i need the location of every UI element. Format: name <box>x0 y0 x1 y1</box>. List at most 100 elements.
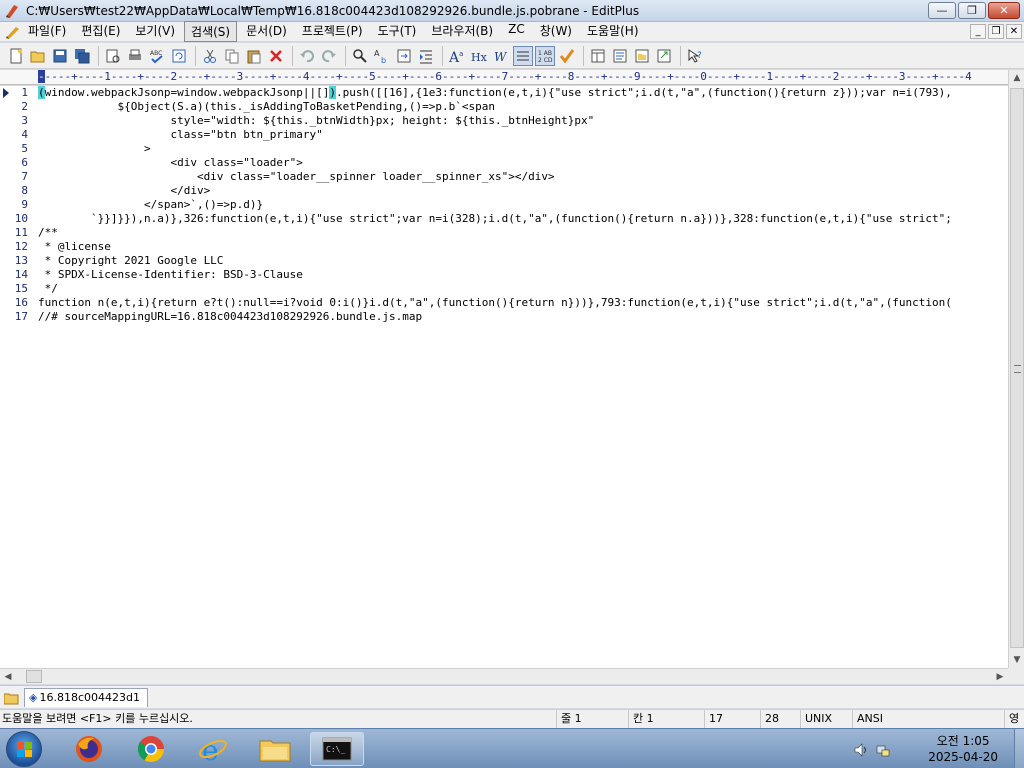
menu-item-7[interactable]: 브라우저(B) <box>425 21 499 42</box>
mdi-restore-button[interactable]: ❐ <box>988 24 1004 39</box>
code-line[interactable]: 5 > <box>0 142 1008 156</box>
cliptext-icon[interactable] <box>610 46 630 66</box>
svg-text:?: ? <box>697 51 702 61</box>
code-line[interactable]: 8 </div> <box>0 184 1008 198</box>
code-line[interactable]: 16 function n(e,t,i){return e?t():null==i… <box>0 296 1008 310</box>
code-line[interactable]: 4 class="btn btn_primary" <box>0 128 1008 142</box>
document-tab-bar: ◈ 16.818c004423d1 <box>0 685 1024 708</box>
code-line[interactable]: 1 (window.webpackJsonp=window.webpackJson… <box>0 86 1008 100</box>
scroll-up-arrow-icon[interactable]: ▲ <box>1009 70 1024 86</box>
hex-icon[interactable]: Hx <box>469 46 489 66</box>
status-eol[interactable]: UNIX <box>800 710 852 728</box>
horizontal-scroll-thumb[interactable] <box>26 670 42 683</box>
menu-item-1[interactable]: 편집(E) <box>75 21 126 42</box>
delete-icon[interactable] <box>266 46 286 66</box>
code-line[interactable]: 11 /** <box>0 226 1008 240</box>
menu-item-0[interactable]: 파일(F) <box>22 21 72 42</box>
code-line[interactable]: 14 * SPDX-License-Identifier: BSD-3-Clau… <box>0 268 1008 282</box>
copy-icon[interactable] <box>222 46 242 66</box>
line-number: 7 <box>21 170 28 183</box>
undo-icon[interactable] <box>297 46 317 66</box>
show-desktop-button[interactable] <box>1014 729 1024 768</box>
browser-icon[interactable] <box>588 46 608 66</box>
start-button[interactable] <box>6 731 42 767</box>
scroll-down-arrow-icon[interactable]: ▼ <box>1009 652 1024 668</box>
find-icon[interactable] <box>350 46 370 66</box>
code-text: * SPDX-License-Identifier: BSD-3-Clause <box>38 268 303 281</box>
code-line[interactable]: 12 * @license <box>0 240 1008 254</box>
ruler-icon[interactable]: 1 AB 2 CD <box>535 45 555 66</box>
folder-icon[interactable] <box>3 690 19 705</box>
network-icon[interactable] <box>876 742 890 757</box>
spell-check-icon[interactable]: ABC <box>147 46 167 66</box>
code-line[interactable]: 2 ${Object(S.a)(this._isAddingToBasketPe… <box>0 100 1008 114</box>
menu-item-8[interactable]: ZC <box>502 21 531 42</box>
vertical-scrollbar[interactable]: ▲ ▼ <box>1008 70 1024 668</box>
open-folder-icon[interactable] <box>28 46 48 66</box>
file-explorer-icon[interactable] <box>248 732 302 766</box>
chrome-icon[interactable] <box>124 732 178 766</box>
horizontal-scrollbar[interactable]: ◀ ▶ <box>0 668 1008 684</box>
maximize-button[interactable]: ❐ <box>958 2 986 19</box>
print-preview-icon[interactable] <box>103 46 123 66</box>
menu-item-3[interactable]: 검색(S) <box>184 21 238 42</box>
mdi-close-button[interactable]: ✕ <box>1006 24 1022 39</box>
code-line[interactable]: 7 <div class="loader__spinner loader__sp… <box>0 170 1008 184</box>
code-text: > <box>38 142 151 155</box>
clock[interactable]: 오전 1:05 2025-04-20 <box>928 733 998 765</box>
close-button[interactable]: ✕ <box>988 2 1020 19</box>
save-icon[interactable] <box>50 46 70 66</box>
new-file-icon[interactable] <box>6 46 26 66</box>
redo-icon[interactable] <box>319 46 339 66</box>
font-icon[interactable]: Aa <box>447 46 467 66</box>
scroll-left-arrow-icon[interactable]: ◀ <box>0 669 16 685</box>
internet-explorer-icon[interactable]: e <box>186 732 240 766</box>
code-line[interactable]: 17 //# sourceMappingURL=16.818c004423d108… <box>0 310 1008 324</box>
speaker-icon[interactable] <box>854 742 868 757</box>
menu-item-2[interactable]: 보기(V) <box>129 21 181 42</box>
indent-icon[interactable] <box>416 46 436 66</box>
output-icon[interactable] <box>654 46 674 66</box>
save-all-icon[interactable] <box>72 46 92 66</box>
code-text: * @license <box>38 240 111 253</box>
toolbar-separator <box>345 45 346 66</box>
sync-icon[interactable] <box>169 46 189 66</box>
editplus-app-icon[interactable] <box>4 3 20 19</box>
status-encoding[interactable]: ANSI <box>852 710 912 728</box>
directory-icon[interactable] <box>632 46 652 66</box>
status-line: 줄 1 <box>556 710 628 728</box>
print-icon[interactable] <box>125 46 145 66</box>
line-number: 12 <box>14 240 28 253</box>
menu-item-4[interactable]: 문서(D) <box>240 21 293 42</box>
help-icon[interactable]: ? <box>685 46 705 66</box>
menu-item-6[interactable]: 도구(T) <box>372 21 423 42</box>
code-line[interactable]: 6 <div class="loader"> <box>0 156 1008 170</box>
code-line[interactable]: 15 */ <box>0 282 1008 296</box>
cut-icon[interactable] <box>200 46 220 66</box>
firefox-icon[interactable] <box>62 732 116 766</box>
command-prompt-icon[interactable]: C:\_ <box>310 732 364 766</box>
paste-icon[interactable] <box>244 46 264 66</box>
check-icon[interactable] <box>557 46 577 66</box>
replace-icon[interactable]: Ab <box>372 46 392 66</box>
line-number: 6 <box>21 156 28 169</box>
editor-area[interactable]: 1 (window.webpackJsonp=window.webpackJson… <box>0 86 1008 668</box>
code-line[interactable]: 9 </span>`,()=>p.d)} <box>0 198 1008 212</box>
code-line[interactable]: 10 `}}]}}),n.a)},326:function(e,t,i){"us… <box>0 212 1008 226</box>
line-number-icon[interactable] <box>513 45 533 66</box>
document-tab[interactable]: ◈ 16.818c004423d1 <box>24 688 148 707</box>
mdi-minimize-button[interactable]: _ <box>970 24 986 39</box>
minimize-button[interactable]: — <box>928 2 956 19</box>
word-wrap-icon[interactable]: W <box>491 46 511 66</box>
menu-item-5[interactable]: 프로젝트(P) <box>296 21 369 42</box>
goto-icon[interactable] <box>394 46 414 66</box>
vertical-scroll-thumb[interactable] <box>1010 88 1024 648</box>
menu-item-10[interactable]: 도움말(H) <box>581 21 645 42</box>
scroll-right-arrow-icon[interactable]: ▶ <box>992 669 1008 685</box>
svg-text:ABC: ABC <box>150 50 162 57</box>
code-line[interactable]: 13 * Copyright 2021 Google LLC <box>0 254 1008 268</box>
document-tab-label: 16.818c004423d1 <box>39 691 140 704</box>
toolbar-separator <box>292 45 293 66</box>
code-line[interactable]: 3 style="width: ${this._btnWidth}px; hei… <box>0 114 1008 128</box>
menu-item-9[interactable]: 창(W) <box>534 21 578 42</box>
